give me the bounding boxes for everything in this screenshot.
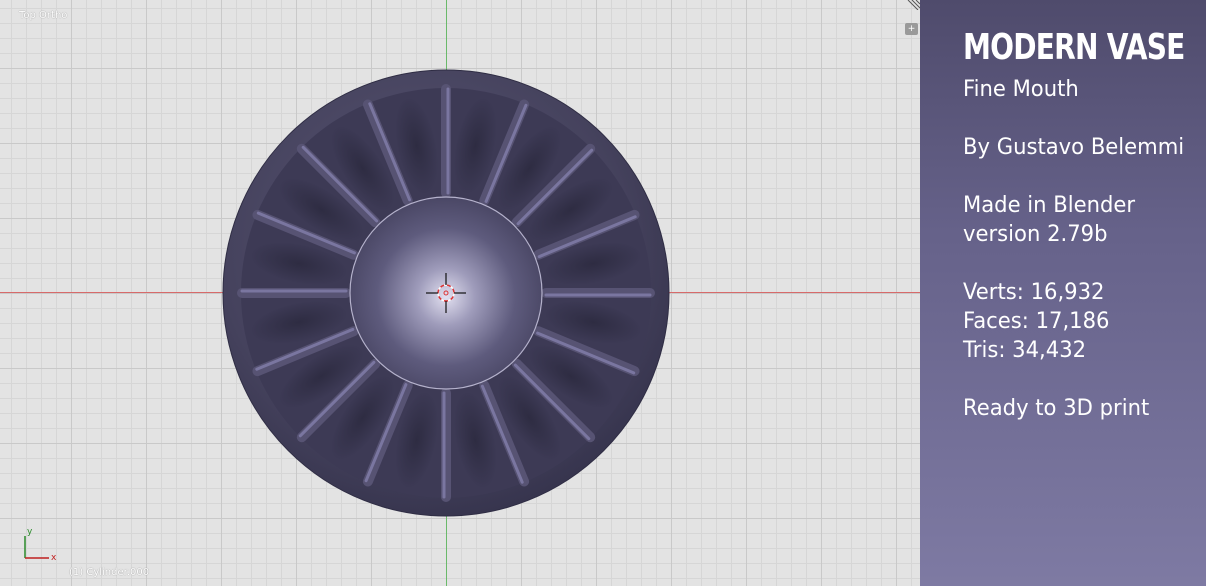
info-panel: MODERN VASE Fine Mouth By Gustavo Belemm… — [920, 0, 1206, 586]
panel-title: MODERN VASE — [963, 27, 1185, 68]
vase-mouth — [349, 196, 543, 390]
area-split-handle-icon[interactable] — [906, 0, 920, 10]
panel-made-in: Made in Blender — [963, 193, 1136, 218]
panel-verts: Verts: 16,932 — [963, 280, 1105, 305]
view-name-label: Top Ortho — [19, 10, 68, 21]
gizmo-y-label: y — [27, 527, 33, 537]
3d-viewport[interactable]: Top Ortho (1) Cylinder.000 + y x — [0, 0, 920, 586]
active-object-label: (1) Cylinder.000 — [69, 567, 150, 578]
panel-faces: Faces: 17,186 — [963, 309, 1110, 334]
expand-panel-plus-icon[interactable]: + — [905, 23, 918, 35]
blender-app: Top Ortho (1) Cylinder.000 + y x MODERN … — [0, 0, 1206, 586]
panel-tris: Tris: 34,432 — [963, 338, 1087, 363]
panel-ready: Ready to 3D print — [963, 396, 1150, 421]
vase-model[interactable] — [0, 0, 920, 586]
panel-author: By Gustavo Belemmi — [963, 135, 1185, 160]
axis-gizmo-icon: y x — [24, 527, 57, 563]
panel-subtitle: Fine Mouth — [963, 77, 1079, 102]
panel-version: version 2.79b — [963, 222, 1108, 247]
gizmo-x-label: x — [51, 553, 57, 563]
